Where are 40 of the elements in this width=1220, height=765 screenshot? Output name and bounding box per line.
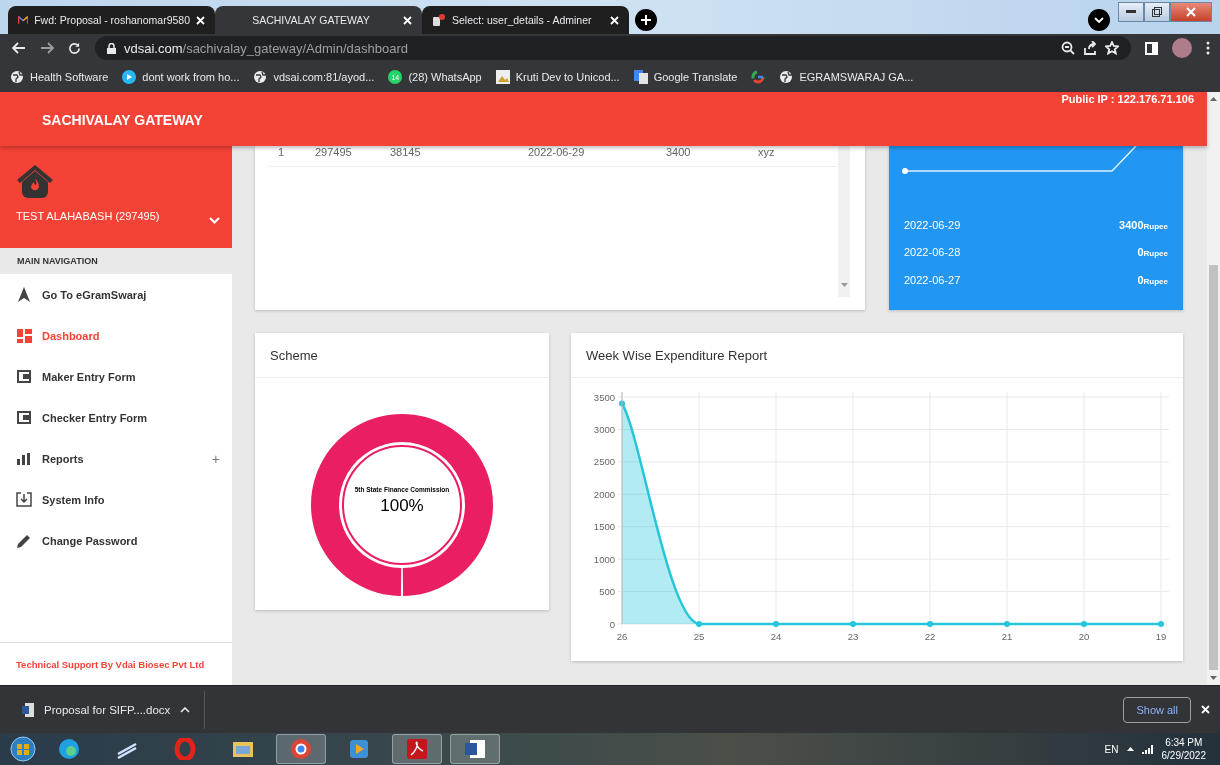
summary-date: 2022-06-27 (904, 273, 961, 286)
url-path: /sachivalay_gateway/Admin/dashboard (182, 40, 408, 56)
table-cell-text: 1 (277, 146, 286, 160)
table-cell-text: 3400 (665, 146, 692, 160)
donut-value: 100% (379, 496, 425, 516)
table-cell-text: xyz (757, 146, 776, 160)
y-tick-label: 2500 (593, 456, 615, 468)
summary-date: 2022-06-28 (904, 246, 961, 259)
table-cell-text: 38145 (389, 146, 422, 160)
y-tick-label: 0 (609, 618, 615, 630)
y-tick-label: 3000 (593, 423, 615, 435)
table-cell-text: 297495 (314, 146, 353, 160)
y-tick-label: 1000 (593, 553, 615, 565)
summary-date: 2022-06-29 (904, 218, 961, 231)
y-tick-label: 500 (599, 586, 615, 598)
app-title: SACHIVALAY GATEWAY (42, 111, 203, 128)
y-tick-label: 2000 (593, 488, 615, 500)
tab-title: Fwd: Proposal - roshanomar9580 (34, 14, 190, 26)
y-tick-label: 3500 (593, 391, 615, 403)
card-title: Scheme (255, 333, 549, 378)
x-tick-label: 19 (1155, 631, 1167, 642)
x-tick-label: 23 (847, 631, 859, 642)
summary-amount: 0Rupee (1137, 273, 1168, 286)
summary-amount: 3400Rupee (1119, 218, 1168, 231)
card-title: Week Wise Expenditure Report (571, 333, 1183, 378)
url-host: vdsai.com (124, 40, 183, 56)
x-tick-label: 21 (1001, 631, 1013, 642)
tab-title: Select: user_details - Adminer (452, 14, 593, 26)
y-tick-label: 1500 (593, 521, 615, 533)
x-tick-label: 20 (1078, 631, 1090, 642)
public-ip: Public IP : 122.176.71.106 (1061, 93, 1194, 105)
x-tick-label: 22 (924, 631, 936, 642)
tab-title: SACHIVALAY GATEWAY (251, 14, 371, 26)
summary-amount: 0Rupee (1137, 246, 1168, 259)
x-tick-label: 26 (616, 631, 628, 642)
x-tick-label: 24 (770, 631, 782, 642)
nav-heading: MAIN NAVIGATION (0, 248, 232, 274)
user-name: TEST ALAHABASH (297495) (16, 210, 160, 222)
table-cell-text: 2022-06-29 (527, 146, 586, 160)
x-tick-label: 25 (693, 631, 705, 642)
